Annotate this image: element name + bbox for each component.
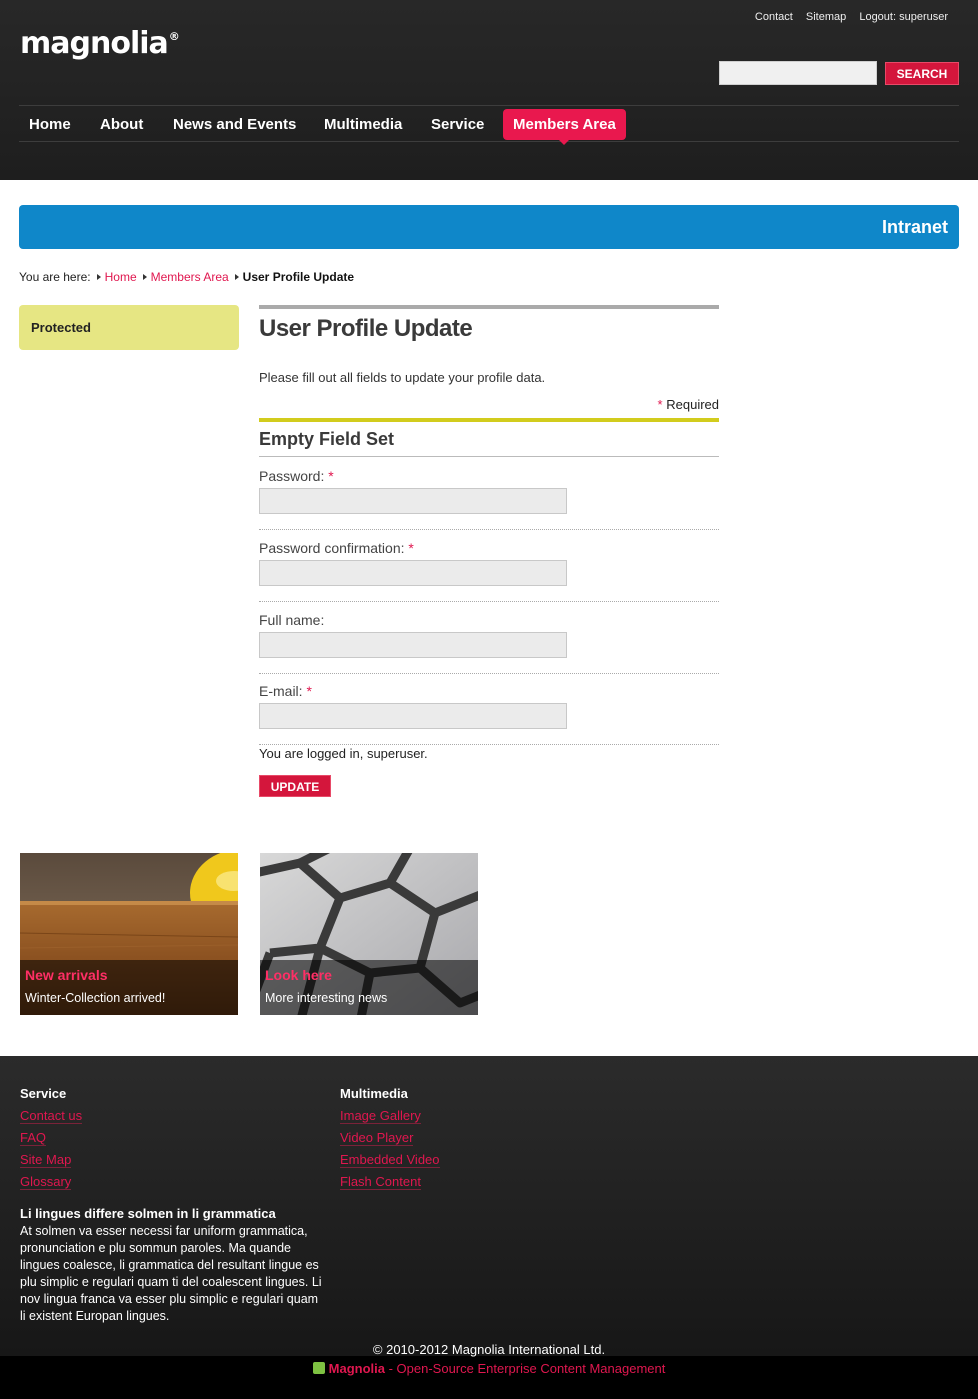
field-separator: [259, 529, 719, 530]
footer-link-text: Contact us: [20, 1108, 83, 1124]
footer-link-embedded-video[interactable]: Embedded Video: [340, 1152, 440, 1168]
footer-about-title: Li lingues differe solmen in li grammati…: [20, 1206, 276, 1221]
password-field[interactable]: [259, 488, 567, 514]
logout-link[interactable]: Logout: superuser: [859, 11, 948, 23]
magnolia-logo[interactable]: magnolia®: [20, 26, 180, 61]
footer-multimedia-heading: Multimedia: [340, 1086, 408, 1101]
required-note: * Required: [658, 397, 719, 412]
breadcrumb-members-area-link[interactable]: Members Area: [151, 270, 229, 284]
powered-text: - Open-Source Enterprise Content Managem…: [384, 1361, 666, 1376]
full-name-field[interactable]: [259, 632, 567, 658]
search-button[interactable]: SEARCH: [885, 62, 959, 85]
footer-link-site-map[interactable]: Site Map: [20, 1152, 82, 1168]
footer-link-text: FAQ: [20, 1130, 47, 1146]
nav-item-multimedia[interactable]: Multimedia: [314, 109, 412, 140]
search-input[interactable]: [719, 61, 877, 85]
site-header: magnolia® Contact Sitemap Logout: superu…: [0, 0, 978, 180]
footer-link-image-gallery[interactable]: Image Gallery: [340, 1108, 440, 1124]
copyright: © 2010-2012 Magnolia International Ltd.: [372, 1342, 606, 1357]
footer-service-heading: Service: [20, 1086, 67, 1101]
password-confirmation-label: Password confirmation: *: [259, 540, 414, 556]
breadcrumb-prefix: You are here:: [19, 270, 91, 284]
password-label: Password: *: [259, 468, 334, 484]
required-star: *: [328, 468, 334, 484]
fieldset-rule: [259, 418, 719, 422]
breadcrumb-arrow-icon: [234, 274, 239, 280]
footer-link-text: Flash Content: [340, 1174, 421, 1190]
teaser-caption: New arrivals Winter-Collection arrived!: [20, 960, 238, 1015]
footer-link-video-player[interactable]: Video Player: [340, 1130, 440, 1146]
breadcrumb: You are here: Home Members Area User Profil…: [19, 270, 354, 284]
footer-link-text: Glossary: [20, 1174, 72, 1190]
contact-link[interactable]: Contact: [755, 11, 793, 23]
footer-link-text: Site Map: [20, 1152, 72, 1168]
teaser-text: Winter-Collection arrived!: [25, 991, 166, 1005]
powered-brand: Magnolia: [328, 1361, 385, 1376]
password-confirmation-field[interactable]: [259, 560, 567, 586]
logged-in-status: You are logged in, superuser.: [259, 746, 428, 761]
teaser-new-arrivals[interactable]: New arrivals Winter-Collection arrived!: [20, 853, 238, 1015]
footer-about-text: At solmen va esser necessi far uniform g…: [20, 1224, 322, 1323]
footer-link-text: Video Player: [340, 1130, 414, 1146]
fieldset-title: Empty Field Set: [259, 429, 395, 449]
footer-multimedia-column: Multimedia Image Gallery Video Player Em…: [340, 1086, 440, 1196]
footer-link-text: Embedded Video: [340, 1152, 440, 1168]
email-label-text: E-mail:: [259, 683, 303, 699]
required-label: Required: [666, 397, 719, 412]
breadcrumb-current: User Profile Update: [242, 270, 355, 284]
breadcrumb-arrow-icon: [96, 274, 101, 280]
email-label: E-mail: *: [259, 683, 312, 699]
nav-item-members-area[interactable]: Members Area: [503, 109, 626, 145]
sitemap-link[interactable]: Sitemap: [806, 11, 846, 23]
fieldset-underline: [259, 456, 719, 457]
site-footer: Service Contact us FAQ Site Map Glossary…: [0, 1056, 978, 1399]
nav-item-news-and-events[interactable]: News and Events: [163, 109, 306, 140]
password-label-text: Password:: [259, 468, 325, 484]
required-star: *: [306, 683, 312, 699]
field-separator: [259, 601, 719, 602]
protected-label: Protected: [31, 320, 91, 335]
page-title: User Profile Update: [259, 315, 473, 342]
full-name-label-text: Full name:: [259, 612, 325, 628]
footer-link-faq[interactable]: FAQ: [20, 1130, 82, 1146]
intranet-title: Intranet: [881, 217, 948, 237]
breadcrumb-arrow-icon: [142, 274, 147, 280]
footer-about: Li lingues differe solmen in li grammati…: [20, 1206, 325, 1325]
email-field[interactable]: [259, 703, 567, 729]
update-button[interactable]: UPDATE: [259, 775, 331, 797]
breadcrumb-home-link[interactable]: Home: [105, 270, 137, 284]
intranet-banner: Intranet: [19, 205, 959, 249]
meta-links: Contact Sitemap Logout: superuser: [745, 11, 948, 23]
teaser-text: More interesting news: [265, 991, 388, 1005]
footer-link-text: Image Gallery: [340, 1108, 421, 1124]
logo-text: magnolia: [20, 26, 169, 61]
footer-link-flash-content[interactable]: Flash Content: [340, 1174, 440, 1190]
full-name-label: Full name:: [259, 612, 324, 628]
required-star: *: [657, 397, 663, 412]
logo-registered-mark: ®: [168, 30, 180, 43]
teaser-title[interactable]: Look here: [265, 967, 332, 983]
footer-link-contact-us[interactable]: Contact us: [20, 1108, 83, 1124]
main-navigation: Home About News and Events Multimedia Se…: [19, 105, 959, 145]
footer-link-glossary[interactable]: Glossary: [20, 1174, 82, 1190]
form-intro: Please fill out all fields to update you…: [259, 370, 546, 385]
teaser-caption: Look here More interesting news: [260, 960, 478, 1015]
required-star: *: [408, 540, 414, 556]
title-rule: [259, 305, 719, 309]
magnolia-leaf-icon: [312, 1362, 325, 1374]
powered-by[interactable]: Magnolia - Open-Source Enterprise Conten…: [0, 1361, 978, 1376]
nav-item-home[interactable]: Home: [19, 109, 81, 140]
nav-item-service[interactable]: Service: [421, 109, 494, 140]
password-confirmation-label-text: Password confirmation:: [259, 540, 405, 556]
protected-box: Protected: [19, 305, 239, 350]
field-separator: [259, 744, 719, 745]
nav-item-about[interactable]: About: [90, 109, 153, 140]
field-separator: [259, 673, 719, 674]
footer-service-column: Service Contact us FAQ Site Map Glossary: [20, 1086, 83, 1196]
teaser-title[interactable]: New arrivals: [25, 967, 108, 983]
teaser-look-here[interactable]: Look here More interesting news: [260, 853, 478, 1015]
